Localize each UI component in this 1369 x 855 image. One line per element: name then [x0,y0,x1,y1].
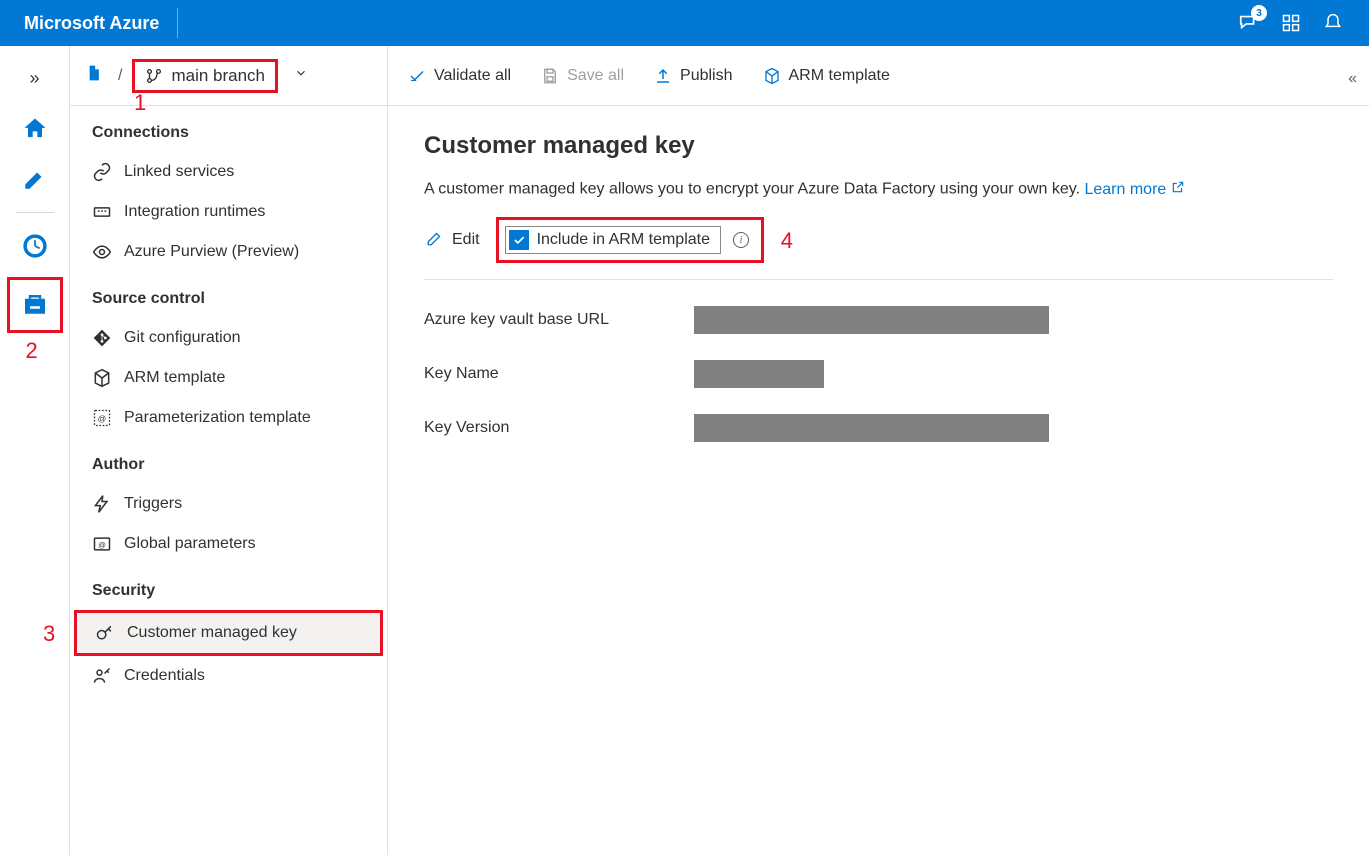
sidebar-item-label: Git configuration [124,329,241,347]
trigger-icon [92,494,112,514]
info-icon[interactable]: i [733,232,749,248]
header-divider [177,8,178,38]
annotation-2: 2 [26,338,38,364]
field-value-redacted [694,414,1049,442]
cube-icon [92,368,112,388]
sidebar-item-label: Credentials [124,667,205,685]
validate-all-button[interactable]: Validate all [408,67,511,85]
edit-button[interactable]: Edit [424,225,482,256]
check-icon [408,67,426,85]
annotation-1: 1 [134,90,146,116]
arm-template-button[interactable]: ARM template [763,67,890,85]
include-arm-label: Include in ARM template [537,231,710,249]
external-link-icon [1171,180,1185,199]
field-label: Key Version [424,419,694,437]
breadcrumb-sep: / [118,67,122,85]
rail-expand[interactable]: » [12,64,58,92]
sidebar-item-triggers[interactable]: Triggers [70,484,387,524]
git-icon [92,328,112,348]
credentials-icon [92,666,112,686]
sidebar-item-parameterization[interactable]: @ Parameterization template [70,398,387,438]
edit-label: Edit [452,231,480,249]
upload-icon [654,67,672,85]
rail-home[interactable] [12,106,58,152]
annotation-4: 4 [781,228,793,254]
sidebar-item-customer-managed-key[interactable]: Customer managed key 3 [74,610,383,656]
sidebar-item-label: ARM template [124,369,225,387]
sidebar-item-label: Linked services [124,163,234,181]
field-value-redacted [694,306,1049,334]
field-key-version: Key Version [424,414,1333,442]
feedback-icon[interactable]: 3 [1237,11,1261,35]
field-value-redacted [694,360,824,388]
pencil-icon [426,229,444,252]
sidebar-item-git-config[interactable]: Git configuration [70,318,387,358]
link-icon [92,162,112,182]
branch-label: main branch [171,66,265,86]
field-kv-url: Azure key vault base URL [424,306,1333,334]
settings-sidebar: / main branch 1 « Connections Linked ser… [70,46,388,855]
rail-manage[interactable]: 2 [7,277,63,333]
df-icon [86,62,108,89]
svg-text:@: @ [98,540,106,549]
section-connections: Connections [70,106,387,152]
rail-author[interactable] [12,156,58,202]
sidebar-item-global-parameters[interactable]: @ Global parameters [70,524,387,564]
notification-badge: 3 [1251,5,1267,21]
page-description: A customer managed key allows you to enc… [424,180,1333,199]
branch-selector[interactable]: main branch 1 [132,59,278,93]
collapse-sidebar-icon[interactable]: « [1348,70,1357,88]
annotation-3: 3 [43,621,55,647]
publish-button[interactable]: Publish [654,67,732,85]
sidebar-item-azure-purview[interactable]: Azure Purview (Preview) [70,232,387,272]
action-row: Edit Include in ARM template i 4 [424,217,1333,280]
tb-label: Publish [680,67,732,85]
sidebar-item-linked-services[interactable]: Linked services [70,152,387,192]
chevron-down-icon[interactable] [294,66,308,85]
section-author: Author [70,438,387,484]
field-label: Key Name [424,365,694,383]
sidebar-item-label: Integration runtimes [124,203,265,221]
content-toolbar: Validate all Save all Publish ARM templa… [388,46,1369,106]
rail-monitor[interactable] [12,223,58,269]
brand-label: Microsoft Azure [24,13,159,34]
sidebar-item-label: Azure Purview (Preview) [124,243,299,261]
grid-icon[interactable] [1279,11,1303,35]
left-icon-rail: » 2 [0,46,70,855]
param-icon: @ [92,408,112,428]
sidebar-item-arm-template[interactable]: ARM template [70,358,387,398]
save-icon [541,67,559,85]
content-area: Validate all Save all Publish ARM templa… [388,46,1369,855]
runtime-icon [92,202,112,222]
page-title: Customer managed key [424,132,1333,160]
save-all-button: Save all [541,67,624,85]
section-security: Security [70,564,387,610]
sidebar-item-label: Global parameters [124,535,256,553]
sidebar-item-label: Triggers [124,495,182,513]
eye-icon [92,242,112,262]
sidebar-item-integration-runtimes[interactable]: Integration runtimes [70,192,387,232]
field-label: Azure key vault base URL [424,311,694,329]
azure-top-header: Microsoft Azure 3 [0,0,1369,46]
include-arm-wrapper: Include in ARM template i 4 [496,217,764,263]
svg-text:@: @ [98,413,106,423]
learn-more-link[interactable]: Learn more [1084,181,1184,198]
sidebar-item-label: Customer managed key [127,624,297,642]
section-source-control: Source control [70,272,387,318]
tb-label: ARM template [789,67,890,85]
sidebar-toolbar: / main branch 1 [70,46,387,106]
rail-separator [16,212,54,213]
key-icon [95,623,115,643]
sidebar-item-credentials[interactable]: Credentials [70,656,387,696]
tb-label: Save all [567,67,624,85]
field-key-name: Key Name [424,360,1333,388]
tb-label: Validate all [434,67,511,85]
bell-icon[interactable] [1321,11,1345,35]
sidebar-item-label: Parameterization template [124,409,311,427]
params-icon: @ [92,534,112,554]
include-arm-checkbox[interactable] [509,230,529,250]
cube-icon [763,67,781,85]
